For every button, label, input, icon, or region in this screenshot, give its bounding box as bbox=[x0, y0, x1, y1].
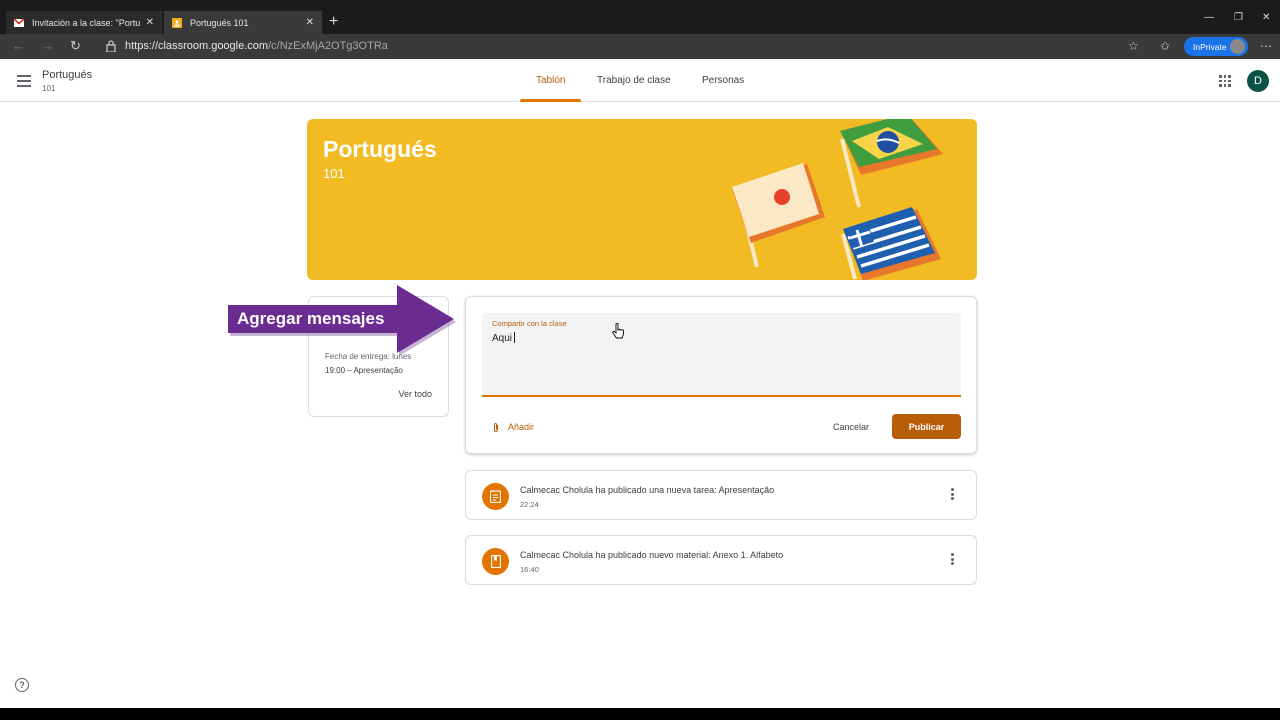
announcement-input-value: Aqui bbox=[492, 332, 515, 344]
favorite-star-icon[interactable]: ☆ bbox=[1128, 39, 1139, 53]
hand-cursor-icon bbox=[612, 323, 624, 339]
apps-grid-icon[interactable] bbox=[1219, 75, 1231, 87]
cancel-button[interactable]: Cancelar bbox=[823, 415, 879, 439]
post-title: Calmecac Cholula ha publicado una nueva … bbox=[520, 485, 775, 495]
announcement-composer: Compartir con la clase Aqui Añadir Cance… bbox=[465, 296, 977, 454]
forward-icon[interactable]: → bbox=[41, 38, 54, 53]
announcement-input-label: Compartir con la clase bbox=[492, 319, 567, 328]
tab-classwork[interactable]: Trabajo de clase bbox=[597, 75, 671, 86]
stream-post[interactable]: Calmecac Cholula ha publicado una nueva … bbox=[465, 470, 977, 520]
classroom-icon bbox=[172, 17, 182, 28]
stream-post[interactable]: Calmecac Cholula ha publicado nuevo mate… bbox=[465, 535, 977, 585]
bottom-frame bbox=[0, 708, 1280, 720]
url-field[interactable]: https://classroom.google.com/c/NzExMjA2O… bbox=[125, 40, 388, 52]
avatar[interactable]: D bbox=[1247, 70, 1269, 92]
banner-title: Portugués bbox=[323, 136, 437, 162]
add-attachment-button[interactable]: Añadir bbox=[482, 415, 548, 439]
add-attachment-label: Añadir bbox=[508, 422, 535, 432]
favorites-list-icon[interactable]: ✩ bbox=[1160, 39, 1170, 53]
paperclip-icon bbox=[494, 422, 498, 432]
inprivate-label: InPrivate bbox=[1193, 41, 1227, 52]
url-path: /c/NzExMjA2OTg3OTRa bbox=[268, 40, 388, 52]
menu-icon[interactable] bbox=[17, 75, 31, 87]
post-time: 22:24 bbox=[520, 500, 539, 509]
post-title: Calmecac Cholula ha publicado nuevo mate… bbox=[520, 550, 784, 560]
new-tab-icon[interactable]: + bbox=[329, 12, 338, 32]
browser-tab-label: Invitación a la clase: "Portugués bbox=[32, 17, 140, 28]
browser-tab-gmail[interactable]: Invitación a la clase: "Portugués ✕ bbox=[6, 11, 162, 34]
class-section: 101 bbox=[42, 84, 56, 93]
browser-tab-label: Portugués 101 bbox=[190, 17, 249, 28]
classroom-page: Portugués 101 Tablón Trabajo de clase Pe… bbox=[0, 59, 1280, 708]
class-banner: Portugués 101 bbox=[307, 119, 977, 280]
profile-avatar bbox=[1230, 39, 1245, 54]
announcement-input[interactable]: Compartir con la clase Aqui bbox=[482, 313, 961, 397]
tab-stream[interactable]: Tablón bbox=[536, 75, 565, 86]
help-icon[interactable]: ? bbox=[15, 678, 29, 692]
close-window-icon[interactable]: ✕ bbox=[1262, 12, 1270, 23]
close-icon[interactable]: ✕ bbox=[146, 17, 154, 28]
publish-button[interactable]: Publicar bbox=[892, 414, 961, 439]
banner-subtitle: 101 bbox=[323, 166, 345, 181]
post-time: 16:40 bbox=[520, 565, 539, 574]
inprivate-badge[interactable]: InPrivate bbox=[1184, 37, 1248, 56]
refresh-icon[interactable]: ↻ bbox=[70, 38, 81, 54]
browser-tab-classroom[interactable]: Portugués 101 ✕ bbox=[164, 11, 322, 34]
back-icon[interactable]: ← bbox=[12, 38, 25, 53]
assignment-icon bbox=[482, 483, 509, 510]
gmail-icon bbox=[14, 17, 24, 27]
annotation-label: Agregar mensajes bbox=[237, 309, 385, 328]
active-tab-indicator bbox=[520, 99, 581, 102]
close-icon[interactable]: ✕ bbox=[306, 17, 314, 28]
url-host: https://classroom.google.com bbox=[125, 40, 269, 52]
view-all-link[interactable]: Ver todo bbox=[398, 389, 432, 399]
more-options-icon[interactable]: ⋯ bbox=[1260, 39, 1272, 53]
more-vert-icon[interactable] bbox=[951, 553, 954, 565]
flags-illustration bbox=[732, 119, 943, 280]
class-title[interactable]: Portugués bbox=[42, 69, 92, 81]
restore-icon[interactable]: ❐ bbox=[1234, 12, 1243, 23]
tab-people[interactable]: Personas bbox=[702, 75, 744, 86]
browser-tab-bar: Invitación a la clase: "Portugués ✕ Port… bbox=[0, 0, 1280, 34]
more-vert-icon[interactable] bbox=[951, 488, 954, 500]
classroom-header: Portugués 101 Tablón Trabajo de clase Pe… bbox=[0, 59, 1280, 102]
address-bar: ← → ↻ https://classroom.google.com/c/NzE… bbox=[0, 34, 1280, 59]
upcoming-task[interactable]: 19:00 – Apresentação bbox=[325, 366, 403, 375]
minimize-icon[interactable]: — bbox=[1204, 12, 1214, 23]
material-icon bbox=[482, 548, 509, 575]
lock-icon bbox=[106, 40, 116, 52]
